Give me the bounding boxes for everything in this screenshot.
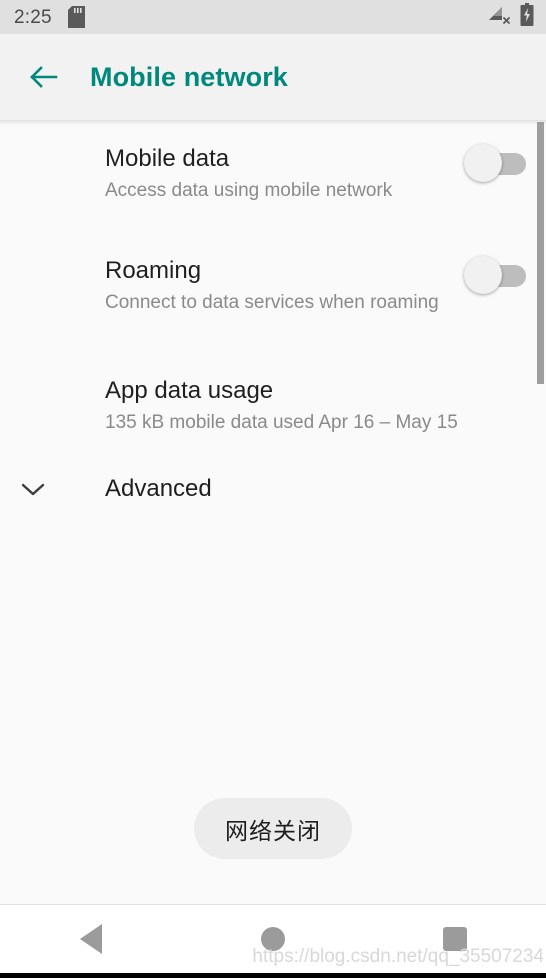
roaming-toggle[interactable]: [464, 256, 526, 294]
nav-back-button[interactable]: [0, 905, 182, 973]
preference-texts: Mobile data Access data using mobile net…: [105, 144, 454, 204]
preference-title: App data usage: [105, 377, 274, 404]
arrow-left-icon: [30, 66, 58, 88]
signal-no-service-icon: [488, 5, 510, 30]
battery-charging-icon: [520, 3, 534, 31]
nav-recents-icon: [443, 927, 467, 951]
scrollbar-thumb[interactable]: [537, 122, 544, 384]
toast-message: 网络关闭: [194, 798, 352, 859]
nav-back-icon: [80, 924, 102, 954]
preference-title: Roaming: [105, 257, 202, 284]
page-title: Mobile network: [90, 61, 288, 92]
nav-recents-button[interactable]: [364, 905, 546, 973]
status-bar: 2:25: [0, 0, 546, 34]
app-bar: Mobile network: [0, 34, 546, 120]
chevron-down-icon: [0, 481, 66, 497]
preference-row-mobile-data[interactable]: Mobile data Access data using mobile net…: [0, 120, 546, 238]
status-bar-clock: 2:25: [14, 6, 52, 28]
nav-home-icon: [261, 927, 285, 951]
preference-texts: App data usage 135 kB mobile data used A…: [105, 376, 526, 436]
preference-summary: 135 kB mobile data used Apr 16 – May 15: [105, 412, 458, 433]
preference-row-advanced[interactable]: Advanced: [0, 448, 546, 518]
navigation-bar: [0, 905, 546, 973]
nav-home-button[interactable]: [182, 905, 364, 973]
mobile-data-toggle[interactable]: [464, 144, 526, 182]
sd-card-icon: [67, 6, 85, 28]
preference-row-app-data-usage[interactable]: App data usage 135 kB mobile data used A…: [0, 356, 546, 448]
preference-texts: Roaming Connect to data services when ro…: [105, 256, 454, 316]
preference-title: Mobile data: [105, 145, 230, 172]
toggle-knob: [464, 144, 502, 182]
toggle-knob: [464, 256, 502, 294]
settings-list: Mobile data Access data using mobile net…: [0, 120, 546, 905]
bottom-strip: [0, 973, 546, 978]
back-button[interactable]: [22, 55, 66, 99]
status-bar-right-icons: [488, 3, 534, 31]
advanced-label: Advanced: [105, 475, 212, 502]
preference-row-roaming[interactable]: Roaming Connect to data services when ro…: [0, 238, 546, 356]
preference-summary: Access data using mobile network: [105, 180, 393, 201]
preference-summary: Connect to data services when roaming: [105, 292, 439, 313]
toast-text: 网络关闭: [225, 817, 321, 844]
